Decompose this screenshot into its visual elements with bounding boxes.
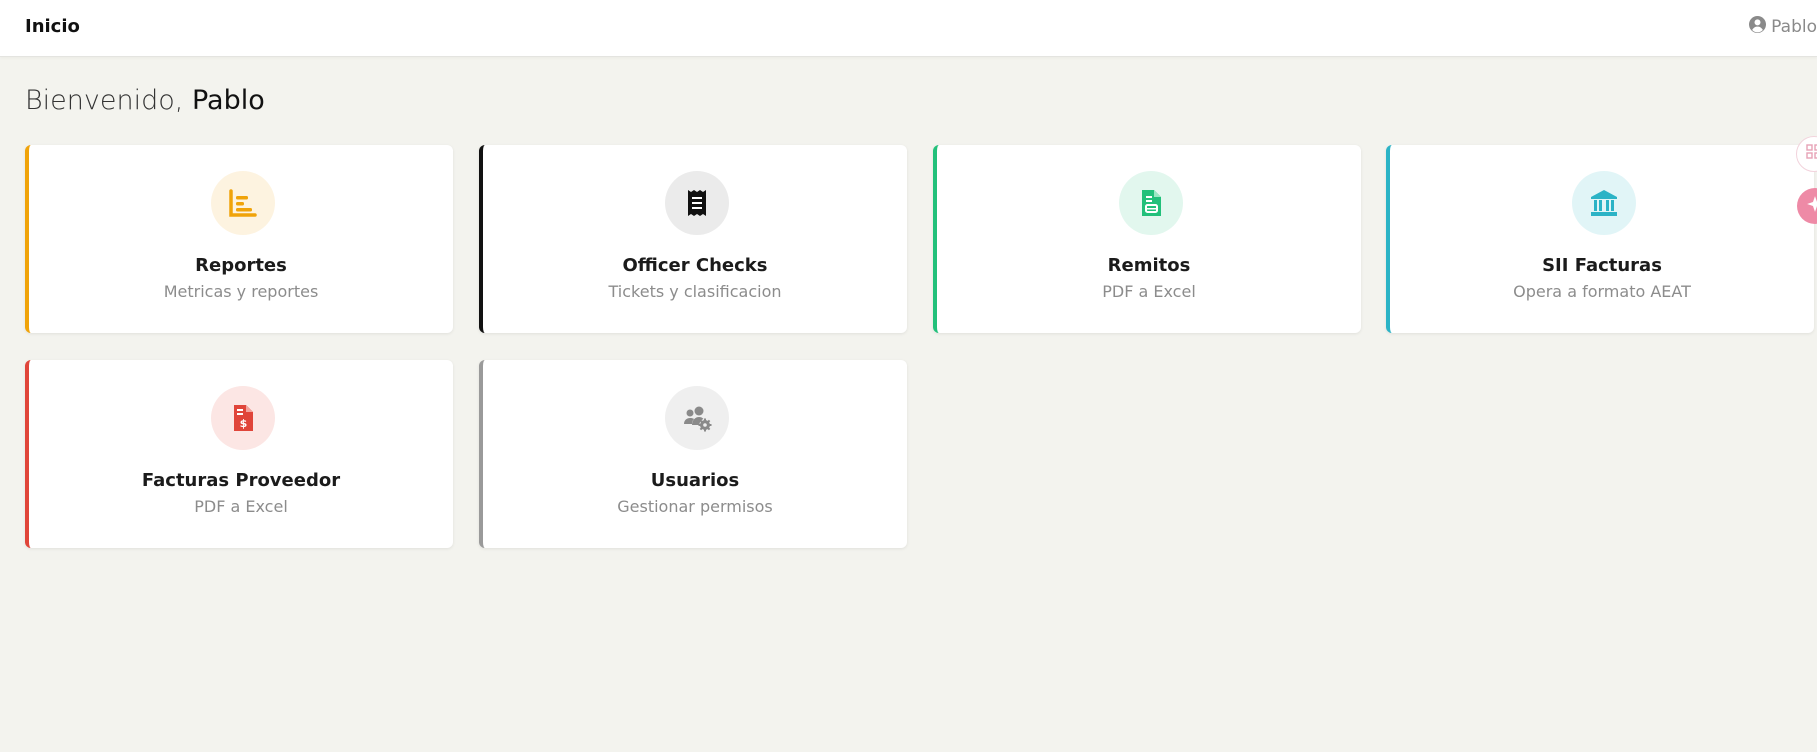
- card-subtitle: Tickets y clasificacion: [608, 282, 782, 301]
- card-title: Reportes: [195, 255, 287, 276]
- card-subtitle: PDF a Excel: [1102, 282, 1196, 301]
- card-remitos[interactable]: Remitos PDF a Excel: [933, 145, 1361, 333]
- card-facturas-proveedor[interactable]: $ Facturas Proveedor PDF a Excel: [25, 360, 453, 548]
- card-reportes[interactable]: Reportes Metricas y reportes: [25, 145, 453, 333]
- user-circle-icon: [1749, 16, 1767, 38]
- grid-icon: [1806, 144, 1817, 164]
- welcome-name: Pablo: [191, 85, 265, 116]
- invoice-dollar-icon: $: [211, 386, 275, 450]
- top-bar: Inicio Pablo: [0, 0, 1817, 57]
- card-sii-facturas[interactable]: SII Facturas Opera a formato AEAT: [1386, 145, 1814, 333]
- card-subtitle: Opera a formato AEAT: [1513, 282, 1691, 301]
- card-title: SII Facturas: [1542, 255, 1662, 276]
- card-subtitle: Metricas y reportes: [163, 282, 319, 301]
- sparkle-icon: [1806, 195, 1817, 217]
- bank-icon: [1572, 171, 1636, 235]
- card-subtitle: PDF a Excel: [194, 497, 288, 516]
- card-title: Facturas Proveedor: [141, 470, 341, 491]
- svg-text:$: $: [240, 417, 248, 430]
- card-title: Officer Checks: [622, 255, 768, 276]
- bar-chart-icon: [211, 171, 275, 235]
- card-officer-checks[interactable]: Officer Checks Tickets y clasificacion: [479, 145, 907, 333]
- card-usuarios[interactable]: Usuarios Gestionar permisos: [479, 360, 907, 548]
- page-title: Inicio: [25, 16, 80, 37]
- welcome-prefix: Bienvenido,: [25, 85, 184, 116]
- user-name: Pablo: [1771, 17, 1817, 37]
- users-cog-icon: [665, 386, 729, 450]
- file-excel-icon: [1119, 171, 1183, 235]
- card-subtitle: Gestionar permisos: [617, 497, 773, 516]
- welcome-heading: Bienvenido, Pablo: [25, 85, 265, 116]
- receipt-icon: [665, 171, 729, 235]
- user-menu[interactable]: Pablo: [1749, 16, 1817, 38]
- card-title: Remitos: [1107, 255, 1191, 276]
- card-title: Usuarios: [650, 470, 740, 491]
